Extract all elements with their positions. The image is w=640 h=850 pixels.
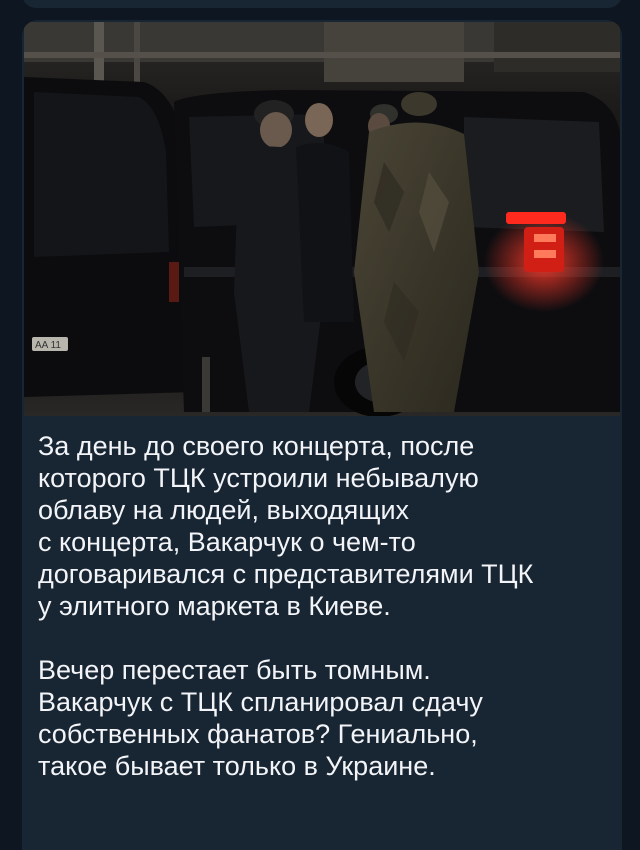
caption-paragraph-1: За день до своего концерта, после которо… [38,431,534,621]
previous-message-bubble [22,0,622,8]
message-text: За день до своего концерта, после которо… [38,430,608,782]
message-photo[interactable]: AA 11 [24,22,620,416]
message-bubble: AA 11 За день до своего концерта, после … [22,20,622,850]
caption-paragraph-2: Вечер перестает быть томным. Вакарчук с … [38,655,483,781]
photo-scene: AA 11 [24,22,620,416]
license-plate-text: AA 11 [35,340,61,351]
